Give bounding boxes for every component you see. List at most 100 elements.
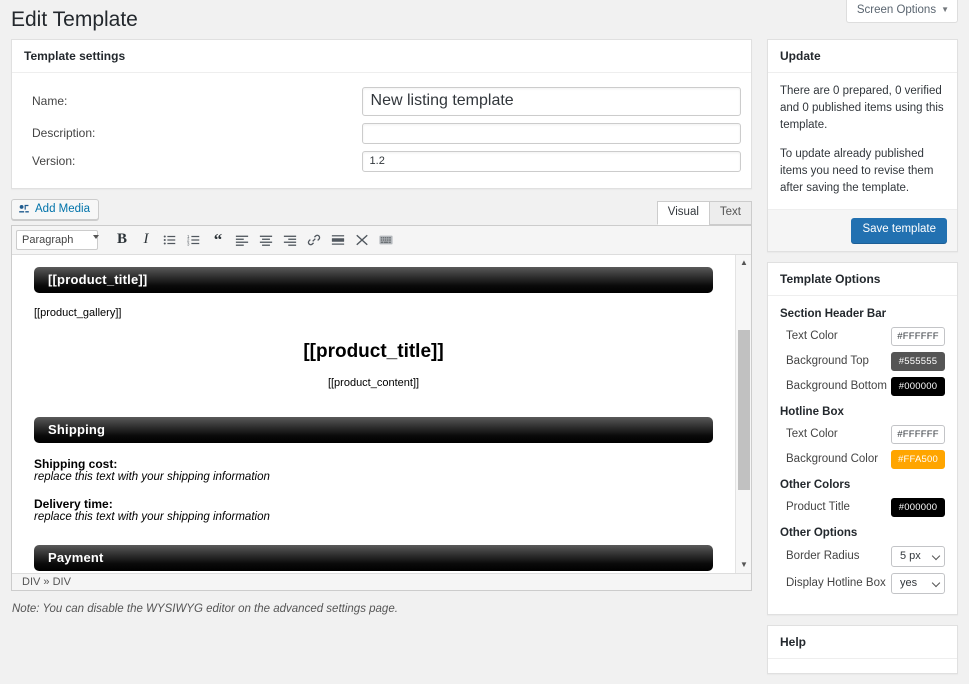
color-input-section-background-bottom[interactable]: #000000 [891, 377, 945, 396]
editor-statusbar: DIV » DIV [12, 573, 751, 590]
scrollbar-thumb[interactable] [738, 330, 750, 490]
option-label: Background Color [786, 453, 878, 465]
group-title-other-colors: Other Colors [780, 479, 945, 491]
insert-read-more-icon[interactable] [328, 230, 348, 250]
add-media-label: Add Media [35, 203, 90, 215]
link-icon[interactable] [304, 230, 324, 250]
template-options-title: Template Options [768, 263, 957, 296]
form-row-version: Version: [22, 151, 741, 172]
select-display-hotline-box[interactable]: yes [891, 573, 945, 594]
align-center-icon[interactable] [256, 230, 276, 250]
option-label: Background Bottom [786, 380, 887, 392]
color-input-hotline-background-color[interactable]: #FFA500 [891, 450, 945, 469]
tab-visual[interactable]: Visual [657, 201, 710, 225]
template-options-panel: Template Options Section Header Bar Text… [767, 262, 958, 615]
template-settings-panel: Template settings Name: Description: Ver… [11, 39, 752, 189]
shipping-cost-text: replace this text with your shipping inf… [34, 471, 713, 483]
help-panel: Help [767, 625, 958, 674]
update-panel-body: There are 0 prepared, 0 verified and 0 p… [768, 73, 957, 210]
update-paragraph-2: To update already published items you ne… [780, 146, 945, 198]
option-row-hotline-background-color: Background Color #FFA500 [780, 450, 945, 469]
option-row-hotline-text-color: Text Color #FFFFFF [780, 425, 945, 444]
option-label: Border Radius [786, 550, 860, 562]
editor-toolbar: Paragraph B I 1 2 3 “ [12, 226, 751, 255]
color-input-product-title-color[interactable]: #000000 [891, 498, 945, 517]
paragraph-format-select-wrap: Paragraph [16, 230, 104, 250]
template-options-body: Section Header Bar Text Color #FFFFFF Ba… [768, 296, 957, 614]
add-media-button[interactable]: Add Media [11, 199, 99, 220]
name-label: Name: [22, 94, 362, 108]
delivery-time-block: Delivery time: replace this text with yo… [34, 497, 713, 523]
select-wrap-border-radius: 5 px [891, 546, 945, 567]
option-row-border-radius: Border Radius 5 px [780, 546, 945, 567]
editor-frame: Paragraph B I 1 2 3 “ [11, 225, 752, 591]
toolbar-toggle-icon[interactable] [352, 230, 372, 250]
option-row-display-hotline-box: Display Hotline Box yes [780, 573, 945, 594]
numbered-list-icon[interactable]: 1 2 3 [184, 230, 204, 250]
keyboard-shortcuts-icon[interactable] [376, 230, 396, 250]
tab-text[interactable]: Text [709, 201, 752, 225]
group-title-other-options: Other Options [780, 527, 945, 539]
italic-icon[interactable]: I [136, 230, 156, 250]
save-template-button[interactable]: Save template [851, 218, 947, 243]
section-bar-shipping: Shipping [34, 417, 713, 443]
color-input-hotline-text-color[interactable]: #FFFFFF [891, 425, 945, 444]
bulleted-list-icon[interactable] [160, 230, 180, 250]
update-panel: Update There are 0 prepared, 0 verified … [767, 39, 958, 252]
option-label: Background Top [786, 355, 869, 367]
template-description-input[interactable] [362, 123, 741, 144]
scroll-up-arrow-icon[interactable]: ▲ [736, 255, 751, 271]
option-label: Text Color [786, 330, 838, 342]
description-label: Description: [22, 126, 362, 140]
delivery-time-text: replace this text with your shipping inf… [34, 511, 713, 523]
editor-top-bar: Add Media Visual Text [11, 199, 752, 225]
help-panel-body [768, 659, 957, 673]
group-title-hotline-box: Hotline Box [780, 406, 945, 418]
scroll-down-arrow-icon[interactable]: ▼ [736, 557, 751, 573]
editor-content-wrap[interactable]: [[product_title]] [[product_gallery]] [[… [12, 255, 751, 573]
help-panel-title: Help [768, 626, 957, 659]
editor-content-body[interactable]: [[product_title]] [[product_gallery]] [[… [12, 255, 735, 573]
media-add-icon [18, 203, 30, 215]
chevron-down-icon: ▼ [941, 5, 949, 15]
option-row-section-text-color: Text Color #FFFFFF [780, 327, 945, 346]
form-row-description: Description: [22, 123, 741, 144]
main-column: Template settings Name: Description: Ver… [11, 39, 752, 615]
product-gallery-shortcode: [[product_gallery]] [34, 307, 713, 319]
bold-icon[interactable]: B [112, 230, 132, 250]
color-input-section-text-color[interactable]: #FFFFFF [891, 327, 945, 346]
update-panel-footer: Save template [768, 209, 957, 251]
svg-text:3: 3 [187, 241, 190, 246]
side-column: Update There are 0 prepared, 0 verified … [767, 39, 958, 684]
editor-scrollbar[interactable]: ▲ ▼ [735, 255, 751, 573]
update-panel-title: Update [768, 40, 957, 73]
screen-options-label: Screen Options [857, 3, 936, 18]
select-border-radius[interactable]: 5 px [891, 546, 945, 567]
screen-options-button[interactable]: Screen Options ▼ [846, 0, 958, 23]
form-row-name: Name: [22, 87, 741, 116]
editor-note: Note: You can disable the WYSIWYG editor… [11, 603, 752, 615]
product-content-shortcode: [[product_content]] [34, 377, 713, 389]
page-title: Edit Template [11, 6, 138, 33]
template-name-input[interactable] [362, 87, 741, 116]
align-right-icon[interactable] [280, 230, 300, 250]
template-settings-body: Name: Description: Version: [12, 73, 751, 188]
delivery-time-label: Delivery time: [34, 497, 113, 511]
shipping-cost-label: Shipping cost: [34, 457, 117, 471]
section-bar-product-title: [[product_title]] [34, 267, 713, 293]
option-row-section-background-top: Background Top #555555 [780, 352, 945, 371]
color-input-section-background-top[interactable]: #555555 [891, 352, 945, 371]
blockquote-icon[interactable]: “ [208, 230, 228, 250]
option-row-product-title-color: Product Title #000000 [780, 498, 945, 517]
editor-mode-tabs: Visual Text [658, 201, 752, 225]
version-label: Version: [22, 154, 362, 168]
align-left-icon[interactable] [232, 230, 252, 250]
option-label: Product Title [786, 501, 850, 513]
select-wrap-display-hotline-box: yes [891, 573, 945, 594]
update-paragraph-1: There are 0 prepared, 0 verified and 0 p… [780, 83, 945, 135]
paragraph-format-select[interactable]: Paragraph [16, 230, 98, 250]
shipping-cost-block: Shipping cost: replace this text with yo… [34, 457, 713, 483]
product-title-heading: [[product_title]] [34, 341, 713, 363]
template-version-input[interactable] [362, 151, 741, 172]
template-settings-title: Template settings [12, 40, 751, 73]
